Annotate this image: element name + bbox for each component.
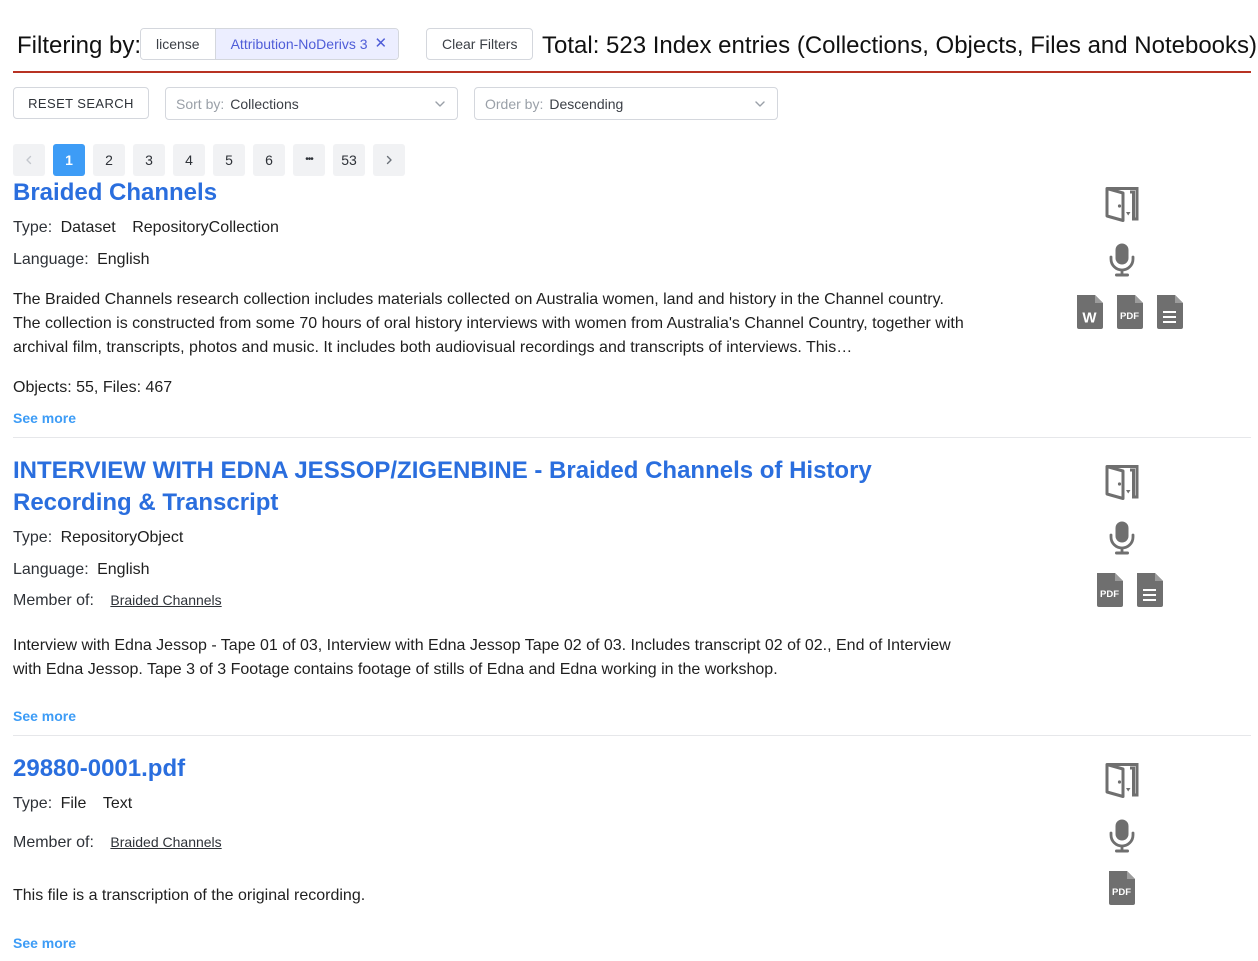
order-by-select[interactable]: Order by: Descending	[474, 87, 778, 120]
result-type: Type: Dataset RepositoryCollection	[13, 217, 279, 239]
see-more-link[interactable]: See more	[13, 708, 76, 724]
open-door-icon[interactable]	[1104, 186, 1140, 222]
microphone-icon[interactable]	[1104, 520, 1140, 556]
reset-search-button[interactable]: RESET SEARCH	[13, 87, 149, 119]
type-value: File	[60, 795, 87, 812]
pdf-file-icon[interactable]: PDF	[1115, 295, 1145, 329]
type-label: Type:	[13, 795, 53, 812]
result-title[interactable]: INTERVIEW WITH EDNA JESSOP/ZIGENBINE - B…	[13, 455, 973, 519]
filter-value-label: Attribution-NoDerivs 3	[230, 36, 368, 52]
license-filter-tag: license Attribution-NoDerivs 3 ✕	[140, 28, 400, 60]
svg-text:PDF: PDF	[1112, 887, 1131, 898]
microphone-icon[interactable]	[1104, 242, 1140, 278]
clear-filters-button[interactable]: Clear Filters	[426, 28, 534, 60]
svg-text:W: W	[1082, 310, 1097, 327]
total-entries: Total: 523 Index entries (Collections, O…	[542, 32, 1258, 59]
result-language: Language: English	[13, 559, 150, 581]
page-5[interactable]: 5	[213, 144, 245, 176]
sort-by-value: Collections	[230, 95, 299, 112]
filtering-by-label: Filtering by:	[17, 32, 142, 59]
open-door-icon[interactable]	[1104, 762, 1140, 798]
filter-bar: Filtering by: license Attribution-NoDeri…	[13, 27, 1257, 73]
see-more-link[interactable]: See more	[13, 410, 76, 426]
page-6[interactable]: 6	[253, 144, 285, 176]
see-more-link[interactable]: See more	[13, 935, 76, 951]
member-of-link[interactable]: Braided Channels	[110, 834, 221, 850]
type-label: Type:	[13, 529, 53, 546]
language-label: Language:	[13, 561, 89, 578]
result-member-of: Member of: Braided Channels	[13, 589, 222, 612]
order-by-label: Order by:	[485, 95, 544, 112]
prev-page-button[interactable]	[13, 144, 45, 176]
page-2[interactable]: 2	[93, 144, 125, 176]
result-type: Type: File Text	[13, 793, 132, 815]
result-description: Interview with Edna Jessop - Tape 01 of …	[13, 637, 951, 678]
type-label: Type:	[13, 219, 53, 236]
text-file-icon[interactable]	[1135, 573, 1165, 607]
chevron-down-icon	[753, 97, 767, 111]
page-ellipsis[interactable]: •••	[293, 144, 325, 176]
type-value: Text	[102, 795, 133, 812]
sort-by-label: Sort by:	[176, 95, 225, 112]
pdf-file-icon[interactable]: PDF	[1095, 573, 1125, 607]
member-of-link[interactable]: Braided Channels	[110, 592, 221, 608]
result-item: 29880-0001.pdf Type: File Text Member of…	[13, 752, 1251, 957]
page-4[interactable]: 4	[173, 144, 205, 176]
result-title[interactable]: Braided Channels	[13, 177, 973, 209]
type-value: RepositoryObject	[60, 529, 184, 546]
result-counts: Objects: 55, Files: 467	[13, 379, 173, 396]
order-by-value: Descending	[549, 95, 624, 112]
member-of-label: Member of:	[13, 834, 94, 851]
language-value: English	[97, 561, 150, 578]
open-door-icon[interactable]	[1104, 464, 1140, 500]
next-page-button[interactable]	[373, 144, 405, 176]
result-item: Braided Channels Type: Dataset Repositor…	[13, 176, 1251, 438]
result-member-of: Member of: Braided Channels	[13, 831, 222, 854]
close-icon[interactable]: ✕	[375, 29, 388, 59]
result-title[interactable]: 29880-0001.pdf	[13, 753, 973, 785]
page-53[interactable]: 53	[333, 144, 365, 176]
sort-by-select[interactable]: Sort by: Collections	[165, 87, 458, 120]
pagination: 1 2 3 4 5 6 ••• 53	[13, 144, 405, 176]
language-value: English	[97, 251, 150, 268]
chevron-left-icon	[23, 154, 35, 166]
svg-text:PDF: PDF	[1120, 311, 1139, 322]
filter-key: license	[141, 29, 216, 59]
chevron-right-icon	[383, 154, 395, 166]
type-value: Dataset	[60, 219, 116, 236]
member-of-label: Member of:	[13, 592, 94, 609]
result-item: INTERVIEW WITH EDNA JESSOP/ZIGENBINE - B…	[13, 454, 1251, 736]
result-description: This file is a transcription of the orig…	[13, 887, 366, 904]
type-value: RepositoryCollection	[132, 219, 279, 236]
svg-text:PDF: PDF	[1100, 589, 1119, 600]
microphone-icon[interactable]	[1104, 818, 1140, 854]
chevron-down-icon	[433, 97, 447, 111]
result-language: Language: English	[13, 249, 150, 271]
page-1[interactable]: 1	[53, 144, 85, 176]
result-description: The Braided Channels research collection…	[13, 291, 964, 356]
filter-value[interactable]: Attribution-NoDerivs 3 ✕	[215, 29, 399, 59]
text-file-icon[interactable]	[1155, 295, 1185, 329]
page-3[interactable]: 3	[133, 144, 165, 176]
pdf-file-icon[interactable]: PDF	[1107, 871, 1137, 905]
word-file-icon[interactable]: W	[1075, 295, 1105, 329]
language-label: Language:	[13, 251, 89, 268]
result-type: Type: RepositoryObject	[13, 527, 183, 549]
